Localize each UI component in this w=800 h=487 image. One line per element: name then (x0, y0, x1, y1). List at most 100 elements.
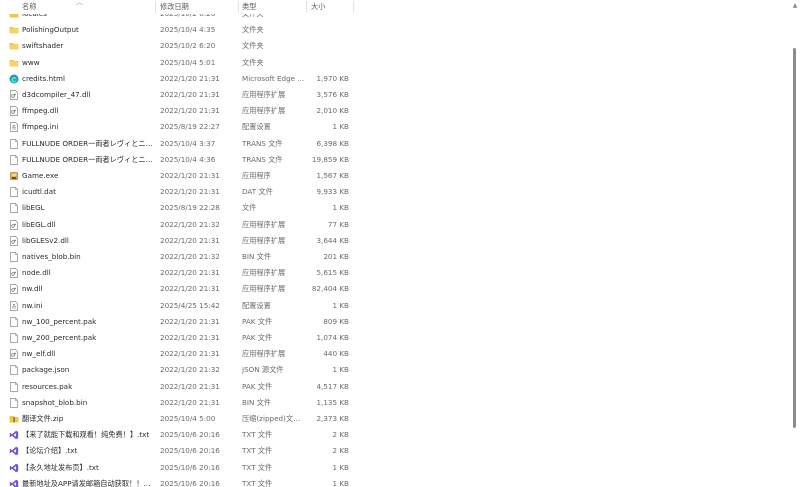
file-size: 1,970 KB (316, 73, 349, 83)
file-row[interactable]: PolishingOutput 2025/10/4 4:35 文件夹 (0, 22, 790, 38)
file-size: 77 KB (327, 219, 349, 229)
column-divider[interactable] (306, 1, 307, 13)
file-name: nw_100_percent.pak (22, 316, 97, 326)
file-name: 【永久地址发布页】.txt (22, 462, 99, 472)
modified-date: 2025/10/6 20:16 (160, 446, 220, 456)
file-row[interactable]: Game.exe 2022/1/20 21:31 应用程序 1,567 KB (0, 168, 790, 184)
file-row[interactable]: libEGL.dll 2022/1/20 21:32 应用程序扩展 77 KB (0, 217, 790, 233)
file-name: www (22, 57, 40, 67)
column-size-header[interactable]: 大小 (311, 0, 325, 14)
file-row[interactable]: d3dcompiler_47.dll 2022/1/20 21:31 应用程序扩展 3… (0, 87, 790, 103)
file-row[interactable]: nw_200_percent.pak 2022/1/20 21:31 PAK 文件 1… (0, 330, 790, 346)
file-name: libEGL.dll (22, 219, 56, 229)
file-row[interactable]: credits.html 2022/1/20 21:31 Microsoft Edg… (0, 71, 790, 87)
modified-date: 2025/8/19 22:28 (160, 203, 220, 213)
file-size: 2 KB (332, 446, 349, 456)
file-row[interactable]: libGLESv2.dll 2022/1/20 21:31 应用程序扩展 3,644 … (0, 233, 790, 249)
file-row[interactable]: nw_elf.dll 2022/1/20 21:31 应用程序扩展 440 KB (0, 346, 790, 362)
vs-icon (9, 479, 19, 487)
file-size: 1,135 KB (316, 397, 349, 407)
folder-icon (9, 43, 19, 50)
dll-icon (10, 349, 18, 360)
dll-icon (10, 284, 18, 295)
file-name: 翻译文件.zip (22, 414, 64, 423)
file-type: 应用程序扩展 (242, 219, 286, 229)
edge-icon (9, 74, 19, 84)
modified-date: 2022/1/20 21:31 (160, 397, 220, 407)
column-type-header[interactable]: 类型 (242, 0, 256, 14)
scroll-up-arrow-icon[interactable]: ▲ (791, 2, 799, 10)
file-name: libEGL (22, 203, 45, 213)
file-name: Game.exe (22, 171, 59, 180)
file-row[interactable]: swiftshader 2025/10/2 6:20 文件夹 (0, 38, 790, 54)
file-row[interactable]: natives_blob.bin 2022/1/20 21:32 BIN 文件 201… (0, 249, 790, 265)
file-type: TRANS 文件 (242, 154, 283, 164)
file-name: nw.ini (22, 300, 43, 310)
file-icon (10, 252, 18, 262)
sort-caret-icon: ︿ (76, 0, 83, 6)
file-name: ffmpeg.ini (22, 122, 59, 132)
file-row[interactable]: icudtl.dat 2022/1/20 21:31 DAT 文件 9,933 KB (0, 184, 790, 200)
file-type: BIN 文件 (242, 252, 272, 261)
file-name: swiftshader (22, 41, 64, 51)
file-row[interactable]: package.json 2022/1/20 21:32 JSON 源文件 1 KB (0, 362, 790, 378)
file-row[interactable]: snapshot_blob.bin 2022/1/20 21:31 BIN 文件 1,… (0, 395, 790, 411)
file-row[interactable]: 【论坛介绍】.txt 2025/10/6 20:16 TXT 文件 2 KB (0, 443, 790, 459)
file-size: 1 KB (332, 122, 349, 132)
file-row[interactable]: 翻译文件.zip 2025/10/4 5:00 压缩(zipped)文件... 2,3… (0, 411, 790, 427)
modified-date: 2022/1/20 21:31 (160, 333, 220, 342)
file-row[interactable]: ffmpeg.ini 2025/8/19 22:27 配置设置 1 KB (0, 119, 790, 135)
file-name: nw_elf.dll (22, 349, 56, 359)
column-divider[interactable] (353, 1, 354, 13)
file-type: TRANS 文件 (242, 138, 283, 148)
modified-date: 2022/1/20 21:31 (160, 171, 220, 180)
file-row[interactable]: 最新地址及APP请发邮箱自动获取！！！... 2025/10/6 20:16 TXT… (0, 476, 790, 487)
column-divider[interactable] (238, 1, 239, 13)
scroll-thumb[interactable] (793, 48, 796, 428)
file-size: 3,644 KB (316, 235, 349, 245)
column-divider[interactable] (155, 1, 156, 13)
file-icon (10, 365, 18, 376)
modified-date: 2025/10/6 20:16 (160, 430, 220, 440)
file-row[interactable]: nw.ini 2025/4/25 15:42 配置设置 1 KB (0, 298, 790, 314)
ini-icon (10, 300, 18, 311)
file-row[interactable]: FULLNUDE ORDER一両者レヴィとニル... 2025/10/4 4:36… (0, 152, 790, 168)
file-type: PAK 文件 (242, 333, 273, 342)
file-row[interactable]: resources.pak 2022/1/20 21:31 PAK 文件 4,517 … (0, 379, 790, 395)
file-row[interactable]: 【来了就能下载和观看！纯免费！】.txt 2025/10/6 20:16 TXT 文… (0, 427, 790, 443)
modified-date: 2025/10/4 4:35 (160, 25, 216, 35)
file-row[interactable]: 【永久地址发布页】.txt 2025/10/6 20:16 TXT 文件 1 KB (0, 460, 790, 476)
file-row[interactable]: nw_100_percent.pak 2022/1/20 21:31 PAK 文件 8… (0, 314, 790, 330)
file-size: 440 KB (323, 349, 349, 359)
file-type: 应用程序扩展 (242, 284, 286, 294)
file-size: 1 KB (332, 462, 349, 472)
column-date-header[interactable]: 修改日期 (160, 0, 189, 14)
file-row[interactable]: ffmpeg.dll 2022/1/20 21:31 应用程序扩展 2,010 KB (0, 103, 790, 119)
dll-icon (10, 268, 18, 279)
file-row[interactable]: www 2025/10/4 5:01 文件夹 (0, 55, 790, 71)
file-size: 201 KB (323, 252, 349, 261)
file-type: PAK 文件 (242, 316, 273, 326)
file-type: 应用程序扩展 (242, 349, 286, 359)
file-row[interactable]: nw.dll 2022/1/20 21:31 应用程序扩展 82,404 KB (0, 281, 790, 297)
column-name-header[interactable]: 名称 (22, 0, 36, 14)
modified-date: 2022/1/20 21:31 (160, 349, 220, 359)
modified-date: 2022/1/20 21:32 (160, 252, 220, 261)
file-size: 9,933 KB (316, 187, 349, 197)
vertical-scrollbar[interactable]: ▲ (790, 0, 800, 487)
modified-date: 2022/1/20 21:31 (160, 187, 220, 197)
file-icon (10, 316, 18, 327)
vs-icon (9, 430, 19, 440)
file-row[interactable]: node.dll 2022/1/20 21:31 应用程序扩展 5,615 KB (0, 265, 790, 281)
file-type: 配置设置 (242, 122, 271, 132)
modified-date: 2022/1/20 21:31 (160, 316, 220, 326)
file-size: 1 KB (332, 478, 349, 487)
file-size: 4,517 KB (316, 381, 349, 391)
file-row[interactable]: FULLNUDE ORDER一両者レヴィとニル... 2025/10/4 3:37… (0, 136, 790, 152)
vs-icon (9, 447, 19, 456)
modified-date: 2022/1/20 21:31 (160, 381, 220, 391)
file-type: 文件夹 (242, 57, 264, 67)
file-row[interactable]: libEGL 2025/8/19 22:28 文件 1 KB (0, 200, 790, 216)
file-name: resources.pak (22, 381, 73, 391)
file-type: TXT 文件 (242, 478, 273, 487)
